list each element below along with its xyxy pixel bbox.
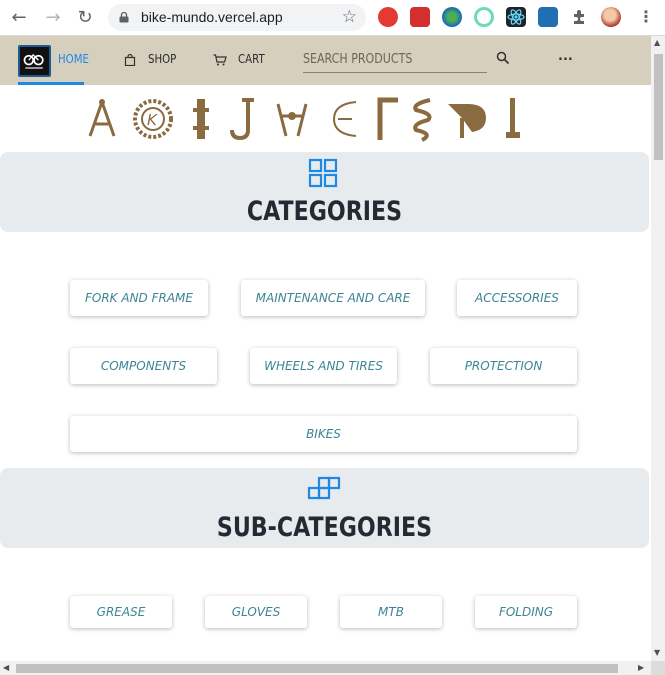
subcategory-chip[interactable]: GREASE (70, 596, 172, 628)
browser-menu-icon[interactable]: ⋮ (638, 7, 654, 26)
hub-icon[interactable] (188, 96, 214, 142)
pump-icon[interactable] (502, 96, 524, 142)
page-viewport: HOME SHOP CART ... K (0, 36, 651, 661)
globe-extension-icon[interactable] (442, 7, 462, 27)
subcategory-chip[interactable]: FOLDING (475, 596, 577, 628)
arrow-right-icon[interactable]: → (42, 7, 64, 29)
saddle-icon[interactable] (446, 96, 488, 142)
nav-shop[interactable]: SHOP (148, 52, 176, 66)
scroll-up-icon[interactable]: ▲ (654, 38, 660, 47)
lock-icon (119, 12, 129, 23)
url-text: bike-mundo.vercel.app (141, 9, 283, 25)
profile-avatar[interactable] (601, 7, 621, 27)
vertical-scrollbar[interactable]: ▲ ▼ (651, 36, 665, 661)
grid-icon (308, 158, 338, 188)
shopping-bag-icon (124, 54, 136, 66)
derailleur-icon[interactable] (272, 96, 312, 142)
scroll-right-icon[interactable]: ▶ (638, 663, 644, 672)
category-chip[interactable]: ACCESSORIES (457, 280, 577, 316)
categories-title: CATEGORIES (246, 196, 403, 227)
svg-text:K: K (147, 111, 158, 129)
category-chip[interactable]: FORK AND FRAME (70, 280, 208, 316)
bike-mundo-logo[interactable] (18, 45, 51, 77)
subcategories-title: SUB-CATEGORIES (216, 512, 433, 543)
react-devtools-icon[interactable] (506, 7, 526, 27)
category-chip[interactable]: BIKES (70, 416, 577, 452)
arrow-left-icon[interactable]: ← (8, 7, 30, 29)
pdf-icon[interactable] (410, 7, 430, 27)
nav-home[interactable]: HOME (58, 52, 89, 66)
horizontal-scroll-thumb[interactable] (16, 664, 618, 673)
brake-icon[interactable] (84, 96, 120, 142)
scrollbar-corner (651, 661, 665, 675)
chainring-icon[interactable]: K (132, 96, 174, 142)
bike-parts-strip: K (84, 96, 524, 144)
app-header: HOME SHOP CART ... (0, 36, 651, 85)
subcategories-banner: SUB-CATEGORIES (0, 468, 649, 548)
spring-icon[interactable] (408, 96, 438, 142)
subcategory-chip[interactable]: MTB (340, 596, 442, 628)
active-tab-indicator (18, 82, 84, 85)
seatpost-icon[interactable] (226, 96, 262, 142)
vertical-scroll-thumb[interactable] (654, 54, 663, 160)
reload-icon[interactable]: ↻ (74, 7, 96, 29)
category-chip[interactable]: PROTECTION (430, 348, 577, 384)
bookmark-star-icon[interactable]: ☆ (342, 7, 357, 27)
s-extension-icon[interactable] (538, 7, 558, 27)
target-extension-icon[interactable] (474, 7, 494, 27)
scroll-down-icon[interactable]: ▼ (654, 648, 660, 657)
search-icon[interactable] (496, 51, 510, 65)
blocks-icon (307, 476, 341, 500)
more-menu-button[interactable]: ... (558, 49, 573, 64)
opera-icon[interactable] (378, 7, 398, 27)
scroll-left-icon[interactable]: ◀ (3, 663, 9, 672)
subcategory-chip[interactable]: GLOVES (205, 596, 307, 628)
category-chip[interactable]: MAINTENANCE AND CARE (241, 280, 425, 316)
cart-icon (213, 54, 227, 66)
search-input[interactable] (303, 47, 460, 71)
puzzle-icon[interactable] (570, 7, 590, 27)
address-bar[interactable]: bike-mundo.vercel.app ☆ (108, 4, 366, 31)
frame-tube-icon[interactable] (374, 96, 402, 142)
horizontal-scrollbar[interactable]: ◀ ▶ (0, 661, 651, 675)
categories-banner: CATEGORIES (0, 152, 649, 232)
browser-toolbar: ← → ↻ bike-mundo.vercel.app ☆ ⋮ (0, 0, 665, 36)
rim-icon[interactable] (328, 96, 362, 142)
category-chip[interactable]: COMPONENTS (70, 348, 217, 384)
search-field[interactable] (303, 47, 487, 73)
nav-cart[interactable]: CART (238, 52, 265, 66)
category-chip[interactable]: WHEELS AND TIRES (250, 348, 397, 384)
